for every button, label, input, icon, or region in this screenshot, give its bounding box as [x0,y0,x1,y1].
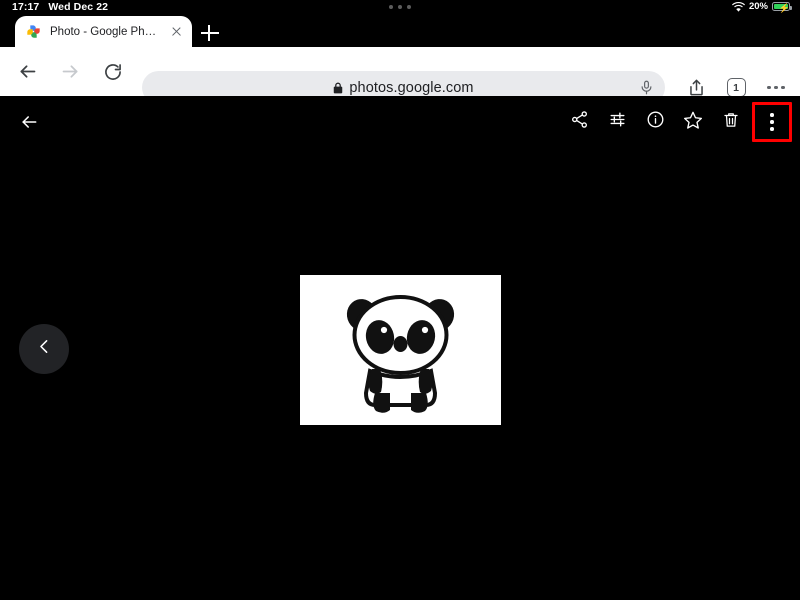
tab-strip: Photo - Google Photos [0,16,800,47]
previous-photo-button[interactable] [19,324,69,374]
dot [407,5,411,9]
panda-photo[interactable] [300,275,501,425]
close-icon[interactable] [168,24,184,40]
status-date: Wed Dec 22 [48,1,109,13]
trash-icon [722,111,740,134]
lock-icon [333,82,343,94]
info-button[interactable] [638,105,672,139]
plus-icon[interactable] [199,22,221,44]
chevron-left-icon [36,338,53,360]
tune-sliders-icon [608,110,627,134]
back-arrow-icon[interactable] [10,55,44,89]
favorite-button[interactable] [676,105,710,139]
dot [389,5,393,9]
battery-charging-icon: ⚡ [772,2,792,13]
multitasking-dots[interactable] [389,5,411,9]
dot [398,5,402,9]
more-options-button[interactable] [752,102,792,142]
status-time: 17:17 [12,1,40,13]
forward-arrow-icon [53,55,87,89]
tab-google-photos[interactable]: Photo - Google Photos [15,16,192,47]
screen: 17:17 Wed Dec 22 20% ⚡ Photo - Google Ph… [0,0,800,600]
share-nodes-icon [570,110,589,134]
star-outline-icon [683,110,703,135]
status-bar-left: 17:17 Wed Dec 22 [12,1,108,13]
status-bar-right: 20% ⚡ [731,1,792,13]
ipad-status-bar: 17:17 Wed Dec 22 20% ⚡ [0,0,800,16]
url-text: photos.google.com [349,79,474,96]
google-photos-viewer [0,96,800,600]
delete-button[interactable] [714,105,748,139]
browser-chrome: Photo - Google Photos photos.google.com … [0,16,800,104]
photos-toolbar-actions [562,102,792,142]
battery-percent: 20% [748,1,768,12]
back-arrow-icon[interactable] [12,105,46,139]
share-button[interactable] [562,105,596,139]
photos-toolbar [0,96,800,149]
wifi-icon [731,1,745,12]
three-dots-vertical-icon [770,113,774,131]
edit-button[interactable] [600,105,634,139]
info-circle-icon [646,110,665,134]
tab-count: 1 [726,78,746,97]
google-photos-favicon [27,25,40,38]
tab-title: Photo - Google Photos [50,25,159,38]
reload-icon[interactable] [96,55,130,89]
